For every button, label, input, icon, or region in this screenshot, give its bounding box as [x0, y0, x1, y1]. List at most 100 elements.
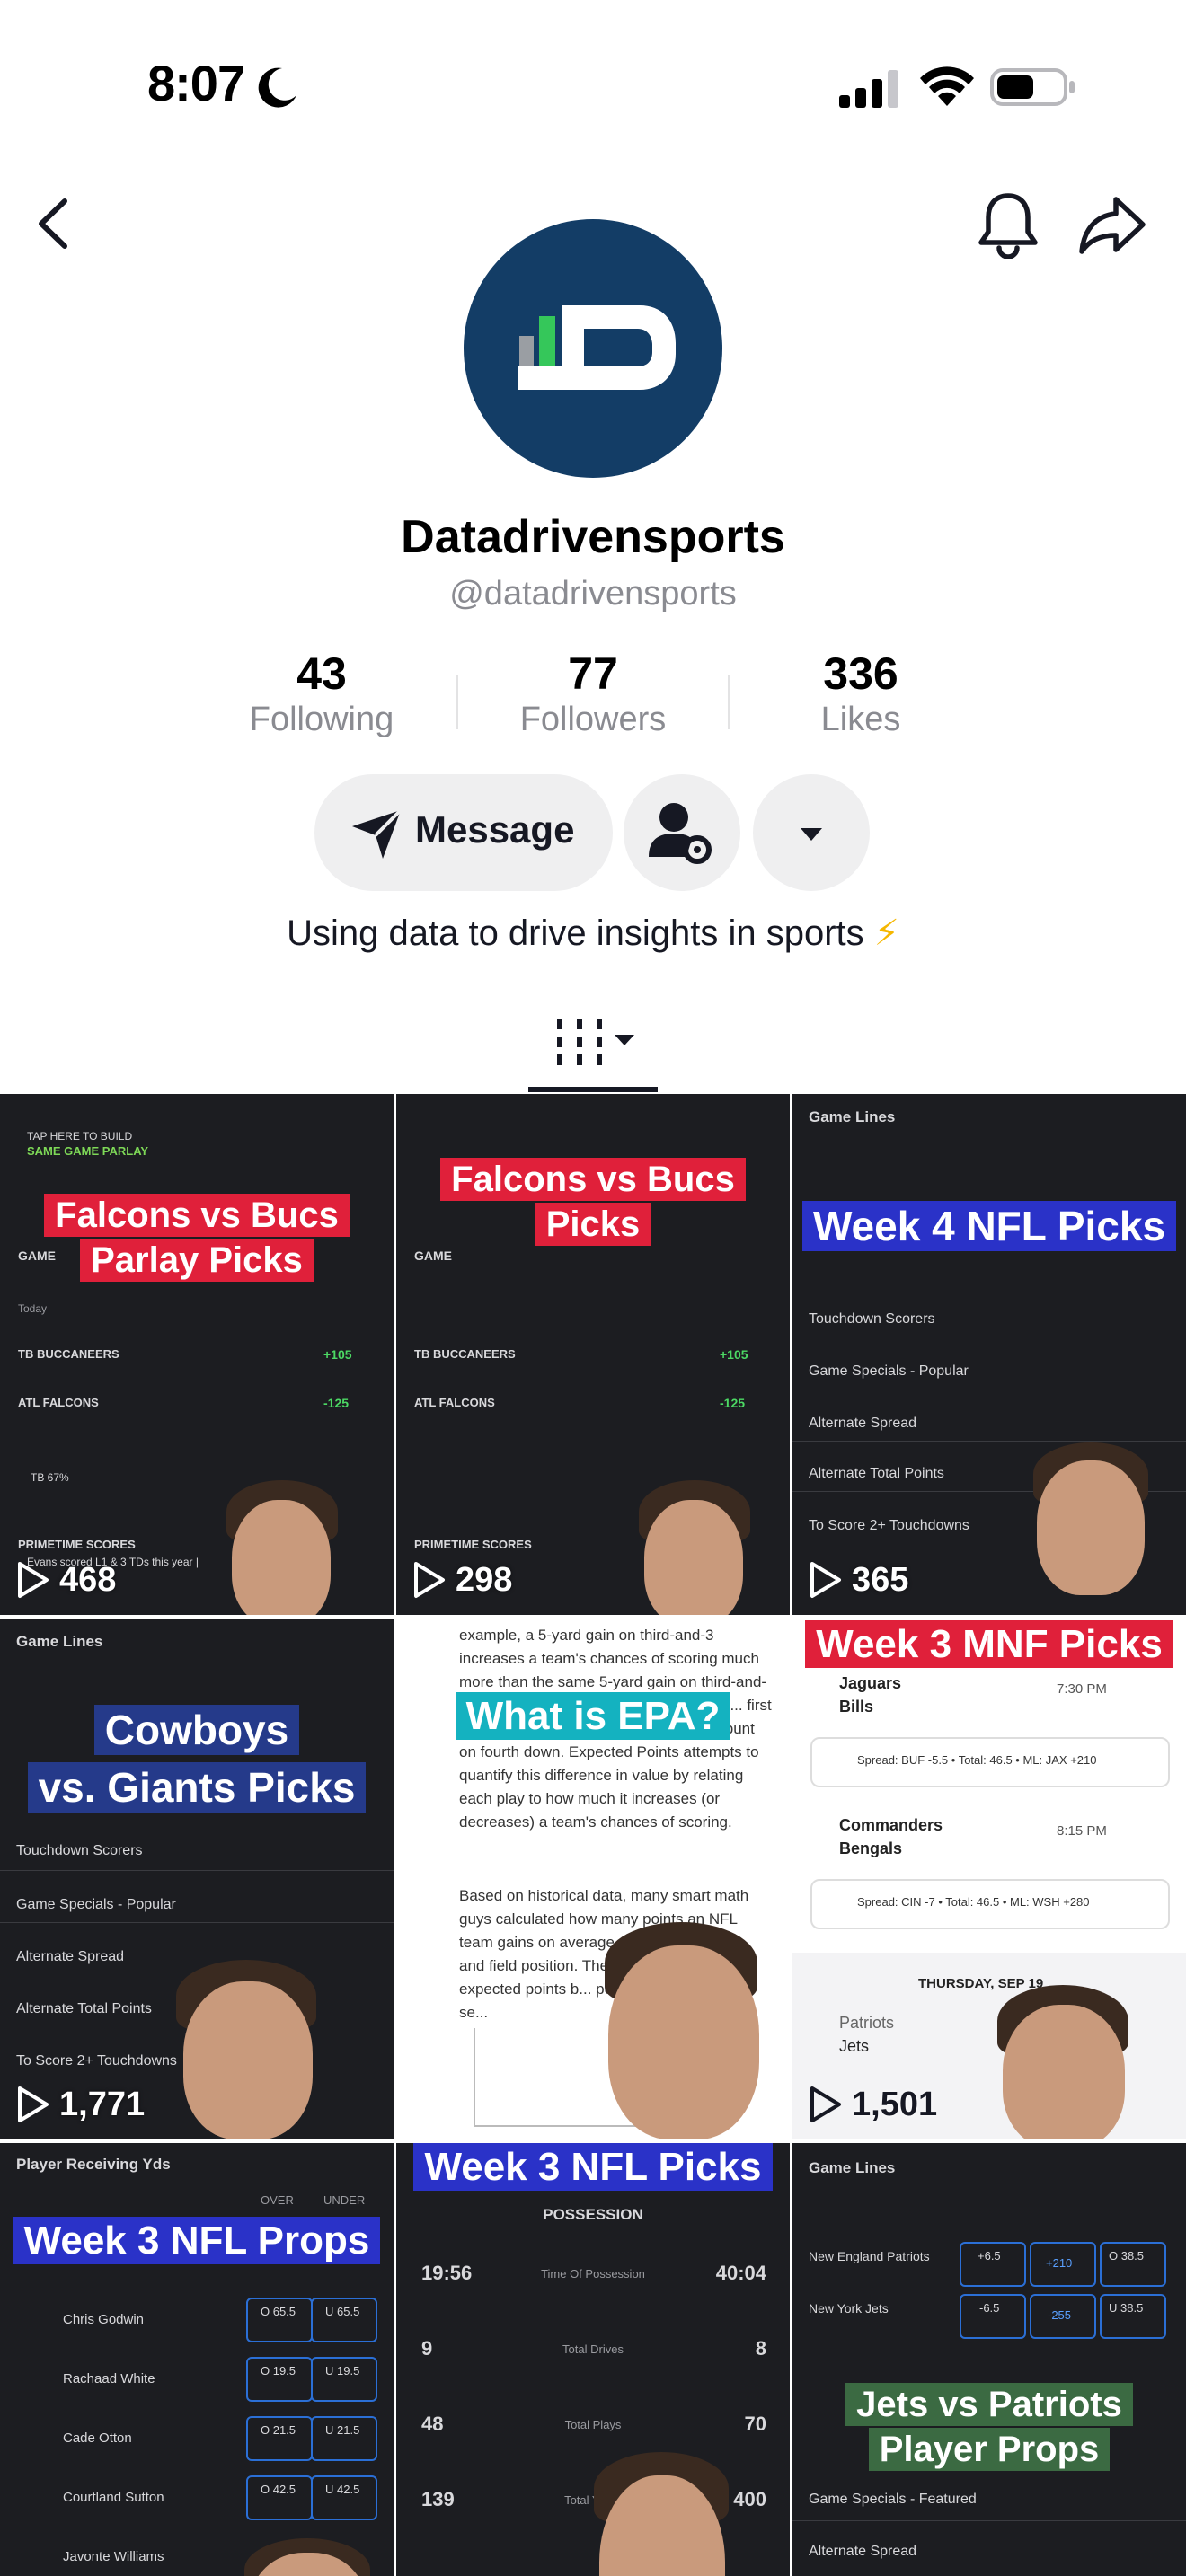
- video-thumbnail: POSSESSION 19:56 Time Of Possession 40:0…: [396, 2143, 790, 2576]
- thumb-text: New England Patriots: [809, 2249, 930, 2263]
- video-title: Week 4 NFL Picks: [792, 1201, 1186, 1251]
- stat-value: 336: [823, 648, 898, 699]
- status-bar: 8:07: [0, 0, 1186, 171]
- thumb-text: +105: [323, 1347, 352, 1362]
- thumb-text: U 19.5: [325, 2364, 360, 2378]
- tab-active-indicator: [528, 1087, 658, 1092]
- display-name: Datadrivensports: [401, 511, 785, 563]
- thumb-text: OVER: [261, 2193, 294, 2207]
- thumb-text: 8: [755, 2337, 766, 2360]
- thumb-text: Total Plays: [564, 2418, 622, 2431]
- thumb-text: TAP HERE TO BUILD: [27, 1130, 133, 1142]
- video-thumbnail: Game Lines Touchdown Scorers Game Specia…: [0, 1619, 394, 2139]
- thumb-text: Jets: [839, 2037, 870, 2055]
- video-title-line: What is EPA?: [455, 1692, 731, 1740]
- thumb-text: PRIMETIME SCORES: [18, 1538, 136, 1551]
- lightning-emoji: ⚡: [873, 913, 899, 953]
- thumb-text: O 42.5: [261, 2483, 296, 2496]
- thumb-text: Patriots: [839, 2014, 895, 2032]
- thumb-text: Game Lines: [809, 2159, 896, 2176]
- video-tile[interactable]: Game Lines New England Patriots New York…: [792, 2143, 1186, 2576]
- thumb-text: POSSESSION: [543, 2206, 643, 2223]
- video-title: Week 3 NFL Picks: [396, 2143, 790, 2191]
- stat-likes[interactable]: 336 Likes: [726, 648, 996, 740]
- play-icon: [810, 1562, 841, 1598]
- signal-icon: [839, 70, 898, 108]
- thumb-text: U 38.5: [1109, 2301, 1144, 2315]
- thumb-text: U 65.5: [325, 2305, 360, 2318]
- videos-grid-icon[interactable]: [550, 1013, 643, 1076]
- thumb-text: Spread: CIN -7 • Total: 46.5 • ML: WSH +…: [857, 1895, 1090, 1909]
- view-count-value: 1,501: [852, 2085, 938, 2123]
- divider: [0, 1870, 394, 1871]
- thumb-text: Javonte Williams: [63, 2549, 164, 2564]
- video-tile[interactable]: Game Lines Touchdown Scorers Game Specia…: [0, 1619, 394, 2139]
- thumb-text: 400: [733, 2488, 766, 2510]
- video-thumbnail: Jaguars Bills 7:30 PM Spread: BUF -5.5 •…: [792, 1619, 1186, 2139]
- presenter-face: [608, 1945, 759, 2139]
- video-grid: TAP HERE TO BUILD SAME GAME PARLAY GAME …: [0, 1094, 1186, 2576]
- thumb-text: Touchdown Scorers: [16, 1843, 143, 1858]
- video-tile[interactable]: Game Lines Touchdown Scorers Game Specia…: [792, 1094, 1186, 1615]
- thumb-text: O 19.5: [261, 2364, 296, 2378]
- stat-following[interactable]: 43 Following: [187, 648, 456, 740]
- video-title-line: Week 3 NFL Props: [13, 2217, 381, 2264]
- thumb-text: ATL FALCONS: [414, 1396, 495, 1409]
- thumb-text: O 65.5: [261, 2305, 296, 2318]
- thumb-text: O 38.5: [1109, 2249, 1145, 2263]
- video-title: Cowboys vs. Giants Picks: [0, 1701, 394, 1816]
- thumb-text: -255: [1048, 2308, 1072, 2322]
- more-options-button[interactable]: [753, 774, 870, 891]
- video-tile[interactable]: Player Receiving Yds OVER UNDER Chris Go…: [0, 2143, 394, 2576]
- thumb-text: Today: [18, 1302, 48, 1315]
- video-tile[interactable]: POSSESSION 19:56 Time Of Possession 40:0…: [396, 2143, 790, 2576]
- video-thumbnail: Player Receiving Yds OVER UNDER Chris Go…: [0, 2143, 394, 2576]
- thumb-text: Game Specials - Popular: [16, 1897, 176, 1912]
- avatar: [464, 219, 722, 478]
- view-count-value: 468: [59, 1560, 117, 1599]
- back-icon[interactable]: [32, 194, 77, 253]
- video-title: Falcons vs Bucs Picks: [396, 1157, 790, 1247]
- stat-followers[interactable]: 77 Followers: [458, 648, 728, 740]
- thumb-text: Game Lines: [809, 1108, 896, 1125]
- thumb-text: Alternate Spread: [16, 1949, 125, 1964]
- thumb-text: Game Lines: [16, 1633, 103, 1650]
- thumb-text: Game Specials - Popular: [809, 1363, 969, 1379]
- video-thumbnail: Game Lines New England Patriots New York…: [792, 2143, 1186, 2576]
- view-count: 468: [14, 1557, 116, 1602]
- moon-icon: [258, 67, 296, 108]
- view-count: 298: [411, 1557, 512, 1602]
- user-settings-button[interactable]: [624, 774, 740, 891]
- presenter-face: [644, 1500, 743, 1615]
- thumb-text: Total Drives: [562, 2342, 624, 2356]
- thumb-text: Touchdown Scorers: [809, 1311, 935, 1327]
- message-button[interactable]: Message: [314, 774, 613, 891]
- datadriven-logo-icon: [518, 305, 676, 390]
- view-count-value: 1,771: [59, 2085, 146, 2123]
- divider: [792, 1441, 1186, 1442]
- profile-stats: 43 Following 77 Followers 336 Likes: [0, 648, 1186, 747]
- thumb-text: Cade Otton: [63, 2430, 132, 2446]
- share-icon[interactable]: [1076, 192, 1148, 259]
- thumb-text: 40:04: [715, 2262, 766, 2284]
- video-title-line: Falcons vs Bucs: [44, 1194, 350, 1237]
- thumb-text: -125: [720, 1396, 746, 1410]
- video-tile[interactable]: TAP HERE TO BUILD SAME GAME PARLAY GAME …: [0, 1094, 394, 1615]
- video-tile[interactable]: Jaguars Bills 7:30 PM Spread: BUF -5.5 •…: [792, 1619, 1186, 2139]
- presenter-face: [1037, 1460, 1145, 1595]
- stat-label: Followers: [519, 701, 667, 738]
- thumb-text: Alternate Total Points: [16, 2001, 152, 2016]
- thumb-text: To Score 2+ Touchdowns: [809, 1518, 969, 1533]
- video-tile[interactable]: example, a 5-yard gain on third-and-3 in…: [396, 1619, 790, 2139]
- send-icon: [352, 808, 403, 859]
- thumb-text: 8:15 PM: [1057, 1823, 1107, 1839]
- stat-value: 43: [296, 648, 347, 699]
- video-thumbnail: TAP HERE TO BUILD SAME GAME PARLAY GAME …: [0, 1094, 394, 1615]
- thumb-text: 7:30 PM: [1057, 1681, 1107, 1697]
- video-tile[interactable]: GAME TB BUCCANEERS ATL FALCONS +105 -125…: [396, 1094, 790, 1615]
- thumb-text: Chris Godwin: [63, 2312, 145, 2327]
- video-title: What is EPA?: [396, 1692, 790, 1740]
- bell-icon[interactable]: [976, 190, 1040, 259]
- view-count: 365: [807, 1557, 908, 1602]
- thumb-text: Alternate Spread: [809, 1416, 917, 1431]
